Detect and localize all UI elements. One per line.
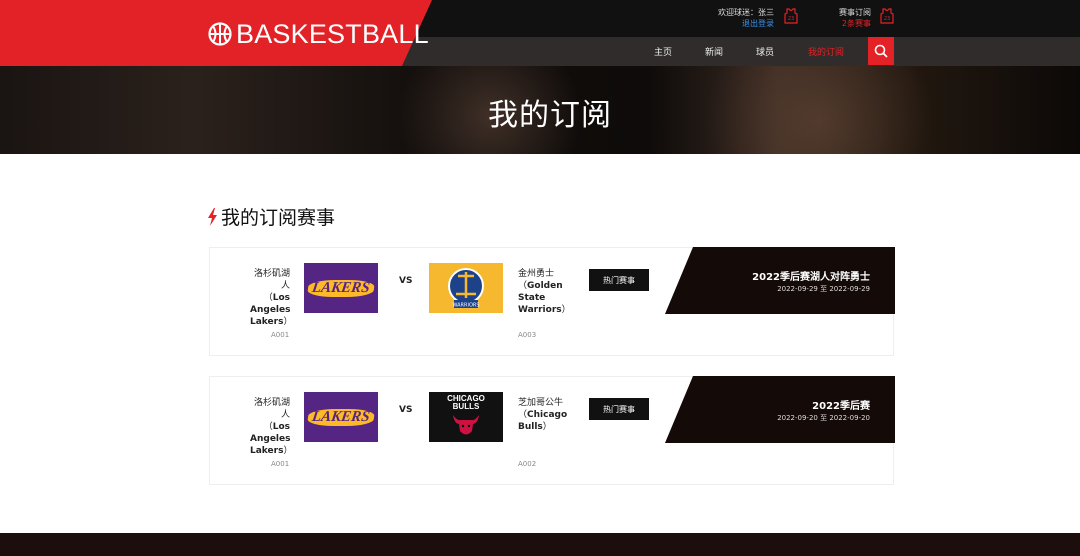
- home-team-cn: 洛杉矶湖人: [253, 269, 290, 291]
- jersey-icon[interactable]: 23: [784, 8, 798, 24]
- basketball-icon: [208, 22, 232, 46]
- search-icon: [874, 44, 888, 58]
- section-title: 我的订阅赛事: [207, 203, 335, 230]
- away-team-cn: 芝加哥公牛: [518, 398, 564, 408]
- jersey-icon[interactable]: 23: [880, 8, 894, 24]
- hero-banner: 我的订阅: [0, 66, 1080, 154]
- home-team-en: Los Angeles Lakers: [250, 293, 291, 327]
- hot-event-button[interactable]: 热门赛事: [589, 269, 649, 291]
- event-title: 2022季后赛: [812, 401, 870, 412]
- subscription-label: 赛事订阅: [839, 8, 871, 17]
- home-team-code: A001: [271, 331, 290, 339]
- lakers-logo: LAKERS: [304, 392, 378, 442]
- search-button[interactable]: [868, 37, 894, 65]
- svg-text:23: 23: [884, 16, 890, 22]
- away-team-en: Chicago Bulls: [518, 410, 568, 432]
- warriors-logo: WARRIORS: [429, 263, 503, 313]
- svg-text:23: 23: [788, 16, 794, 22]
- away-team-code: A003: [518, 331, 537, 339]
- subscription-card[interactable]: 洛杉矶湖人 （Los Angeles Lakers） A001 LAKERS VS…: [209, 247, 895, 356]
- event-info: 2022季后赛 2022-09-20 至 2022-09-20: [665, 376, 895, 443]
- home-team-name: 洛杉矶湖人 （Los Angeles Lakers）: [250, 398, 293, 456]
- event-date: 2022-09-29 至 2022-09-29: [777, 285, 870, 293]
- subscription-card[interactable]: 洛杉矶湖人 （Los Angeles Lakers） A001 LAKERS VS…: [209, 376, 895, 485]
- nav-home[interactable]: 主页: [654, 45, 672, 58]
- home-team-name: 洛杉矶湖人 （Los Angeles Lakers）: [250, 269, 293, 327]
- subscription-block[interactable]: 赛事订阅 2条赛事: [820, 7, 871, 29]
- bull-icon: [453, 415, 479, 435]
- page-title: 我的订阅: [488, 98, 612, 133]
- lakers-logo-text: LAKERS: [307, 408, 375, 426]
- subscription-count: 2条赛事: [841, 19, 871, 28]
- vs-label: VS: [399, 405, 413, 415]
- home-team-cn: 洛杉矶湖人: [253, 398, 290, 420]
- nav-news[interactable]: 新闻: [705, 45, 723, 58]
- away-team-name: 芝加哥公牛 （Chicago Bulls）: [518, 398, 568, 432]
- event-date: 2022-09-20 至 2022-09-20: [777, 414, 870, 422]
- footer: [0, 533, 1080, 556]
- site-logo[interactable]: BASKESTBALL: [208, 18, 429, 50]
- logo-text: BASKESTBALL: [236, 18, 429, 49]
- warriors-logo-text: WARRIORS: [452, 303, 479, 309]
- home-team-en: Los Angeles Lakers: [250, 422, 291, 456]
- section-title-text: 我的订阅赛事: [221, 207, 336, 229]
- hot-event-button[interactable]: 热门赛事: [589, 398, 649, 420]
- nav-my-subscriptions[interactable]: 我的订阅: [808, 45, 844, 58]
- away-team-name: 金州勇士 （Golden State Warriors）: [518, 269, 571, 315]
- lakers-logo: LAKERS: [304, 263, 378, 313]
- away-team-code: A002: [518, 460, 537, 468]
- home-team-code: A001: [271, 460, 290, 468]
- bulls-logo-text: CHICAGO BULLS: [447, 394, 485, 411]
- vs-label: VS: [399, 276, 413, 286]
- away-team-en: Golden State Warriors: [518, 281, 563, 315]
- event-title: 2022季后赛湖人对阵勇士: [752, 272, 870, 283]
- away-team-cn: 金州勇士: [518, 269, 555, 279]
- nav-players[interactable]: 球员: [756, 45, 774, 58]
- welcome-block: 欢迎球迷：张三 退出登录: [700, 7, 774, 29]
- event-info: 2022季后赛湖人对阵勇士 2022-09-29 至 2022-09-29: [665, 247, 895, 314]
- bulls-logo: CHICAGO BULLS: [429, 392, 503, 442]
- lakers-logo-text: LAKERS: [307, 279, 375, 297]
- welcome-text: 欢迎球迷：张三: [718, 8, 774, 17]
- lightning-icon: [208, 207, 217, 226]
- logout-link[interactable]: 退出登录: [700, 18, 774, 29]
